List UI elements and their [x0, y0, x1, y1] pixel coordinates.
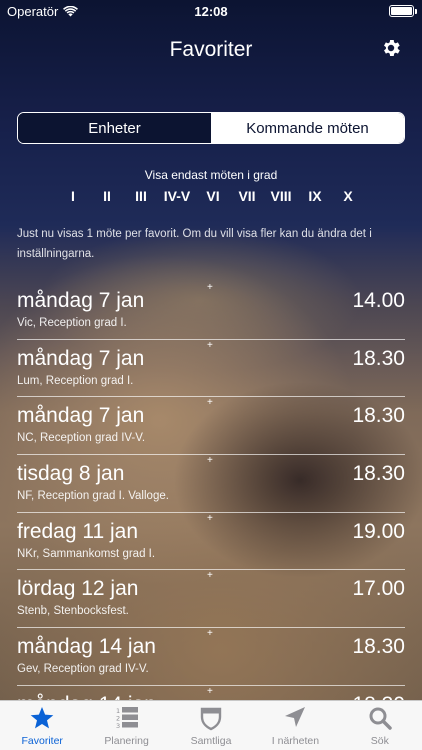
grade-filter: I II III IV-V VI VII VIII IX X — [0, 188, 422, 208]
grade-button-vi[interactable]: VI — [206, 188, 219, 204]
tab-label: Favoriter — [21, 735, 63, 747]
grade-button-ix[interactable]: IX — [308, 188, 321, 204]
meeting-time: 18.30 — [352, 346, 405, 370]
status-bar: Operatör 12:08 — [0, 0, 422, 22]
battery-icon — [389, 5, 417, 17]
meeting-time: 18.30 — [352, 462, 405, 486]
grade-button-iii[interactable]: III — [135, 188, 147, 204]
tab-label: Samtliga — [190, 735, 232, 747]
segment-kommande-moten[interactable]: Kommande möten — [211, 113, 404, 143]
meeting-row[interactable]: + måndag 14 jan 18.30 Gev, Reception gra… — [0, 628, 422, 686]
tab-sok[interactable]: Sök — [338, 701, 422, 750]
tab-i-narheten[interactable]: I närheten — [253, 701, 337, 750]
search-icon — [369, 707, 392, 730]
star-icon — [30, 707, 54, 729]
grade-button-vii[interactable]: VII — [238, 188, 255, 204]
meeting-row[interactable]: + fredag 11 jan 19.00 NKr, Sammankomst g… — [0, 513, 422, 571]
page-title: Favoriter — [169, 38, 253, 61]
shield-icon — [200, 707, 222, 731]
meeting-date: tisdag 8 jan — [17, 462, 125, 486]
row-marker: + — [207, 455, 213, 467]
meeting-subtitle: Vic, Reception grad I. — [17, 317, 127, 329]
meeting-date: fredag 11 jan — [17, 519, 139, 543]
tab-bar: Favoriter 1 2 3 Planering Samtliga I när… — [0, 700, 422, 750]
segmented-control: Enheter Kommande möten — [17, 112, 405, 144]
meeting-date: lördag 12 jan — [17, 577, 139, 601]
row-marker: + — [207, 512, 213, 524]
info-text: Just nu visas 1 möte per favorit. Om du … — [17, 228, 372, 260]
meeting-list: + måndag 7 jan 14.00 Vic, Reception grad… — [0, 282, 422, 744]
grade-button-i[interactable]: I — [71, 188, 75, 204]
meeting-date: måndag 7 jan — [17, 289, 145, 312]
row-marker: + — [207, 397, 213, 409]
gear-icon[interactable] — [380, 37, 402, 59]
meeting-row[interactable]: + måndag 7 jan 14.00 Vic, Reception grad… — [0, 282, 422, 340]
location-arrow-icon — [285, 707, 306, 727]
meeting-subtitle: NC, Reception grad IV-V. — [17, 432, 146, 445]
tab-samtliga[interactable]: Samtliga — [169, 701, 253, 750]
meeting-subtitle: NF, Reception grad I. Valloge. — [17, 490, 169, 503]
grade-filter-caption: Visa endast möten i grad — [144, 168, 278, 182]
svg-text:3: 3 — [116, 722, 120, 730]
row-marker: + — [207, 628, 213, 640]
status-time: 12:08 — [194, 4, 228, 19]
numbered-list-icon: 1 2 3 — [116, 707, 138, 730]
meeting-time: 18.30 — [352, 635, 405, 659]
meeting-row[interactable]: + måndag 7 jan 18.30 Lum, Reception grad… — [0, 340, 422, 398]
grade-button-iv-v[interactable]: IV-V — [164, 188, 190, 204]
meeting-subtitle: Stenb, Stenbocksfest. — [17, 605, 129, 618]
meeting-time: 18.30 — [352, 404, 405, 428]
meeting-subtitle: NKr, Sammankomst grad I. — [17, 547, 156, 560]
meeting-date: måndag 14 jan — [17, 635, 156, 659]
tab-favoriter[interactable]: Favoriter — [0, 701, 84, 750]
meeting-time: 14.00 — [352, 289, 405, 312]
meeting-subtitle: Lum, Reception grad I. — [17, 374, 134, 387]
tab-label: I närheten — [271, 735, 320, 747]
meeting-time: 17.00 — [352, 577, 405, 601]
grade-button-x[interactable]: X — [343, 188, 352, 204]
meeting-subtitle: Gev, Reception grad IV-V. — [17, 663, 149, 676]
segment-enheter[interactable]: Enheter — [18, 113, 211, 143]
meeting-date: måndag 7 jan — [17, 404, 145, 428]
row-marker: + — [207, 570, 213, 582]
meeting-row[interactable]: + lördag 12 jan 17.00 Stenb, Stenbocksfe… — [0, 570, 422, 629]
tab-planering[interactable]: 1 2 3 Planering — [84, 701, 168, 750]
grade-button-viii[interactable]: VIII — [270, 188, 291, 204]
meeting-date: måndag 7 jan — [17, 346, 145, 370]
row-marker: + — [207, 339, 213, 351]
tab-label: Sök — [370, 735, 389, 747]
tab-label: Planering — [104, 735, 149, 747]
row-marker: + — [207, 685, 213, 697]
meeting-row[interactable]: + måndag 7 jan 18.30 NC, Reception grad … — [0, 397, 422, 456]
row-marker: + — [207, 282, 213, 293]
grade-button-ii[interactable]: II — [103, 188, 111, 204]
meeting-row[interactable]: + tisdag 8 jan 18.30 NF, Reception grad … — [0, 455, 422, 513]
meeting-time: 19.00 — [352, 519, 405, 543]
